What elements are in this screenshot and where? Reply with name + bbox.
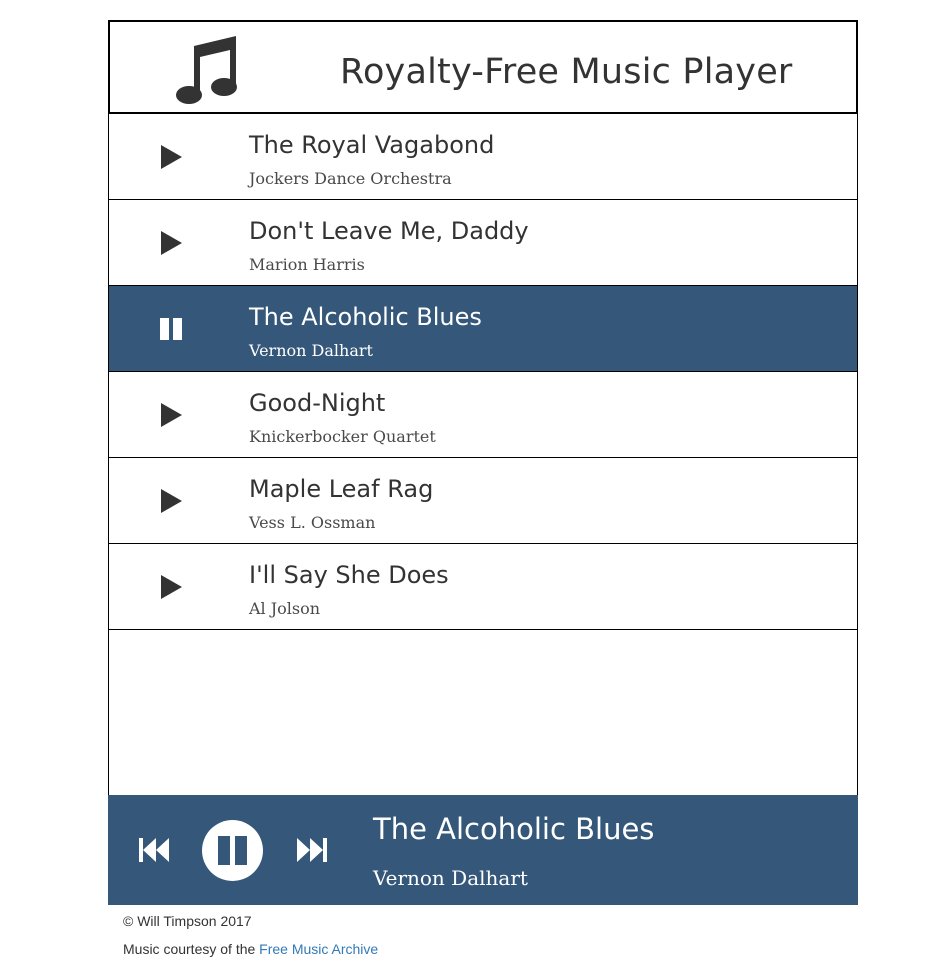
track-title: I'll Say She Does bbox=[249, 561, 449, 589]
track-artist: Vess L. Ossman bbox=[249, 513, 376, 532]
music-note-icon bbox=[176, 36, 237, 104]
track-item[interactable]: Maple Leaf Rag Vess L. Ossman bbox=[109, 458, 857, 544]
track-item[interactable]: The Royal Vagabond Jockers Dance Orchest… bbox=[109, 114, 857, 200]
track-title: Maple Leaf Rag bbox=[249, 475, 434, 503]
track-title: Don't Leave Me, Daddy bbox=[249, 217, 529, 245]
play-icon[interactable] bbox=[159, 144, 183, 170]
track-artist: Al Jolson bbox=[249, 599, 321, 618]
copyright-text: © Will Timpson 2017 bbox=[123, 913, 252, 929]
track-title: Good-Night bbox=[249, 389, 386, 417]
track-artist: Jockers Dance Orchestra bbox=[249, 169, 452, 188]
courtesy-text: Music courtesy of the bbox=[123, 941, 260, 957]
track-title: The Royal Vagabond bbox=[249, 131, 495, 159]
pause-icon[interactable] bbox=[159, 316, 183, 342]
courtesy-line: Music courtesy of the Free Music Archive bbox=[123, 940, 378, 968]
track-artist: Knickerbocker Quartet bbox=[249, 427, 436, 446]
play-icon[interactable] bbox=[159, 230, 183, 256]
play-icon[interactable] bbox=[159, 402, 183, 428]
now-playing-bar: The Alcoholic Blues Vernon Dalhart bbox=[108, 795, 858, 905]
track-item[interactable]: Don't Leave Me, Daddy Marion Harris bbox=[109, 200, 857, 286]
track-item-active[interactable]: The Alcoholic Blues Vernon Dalhart bbox=[109, 286, 857, 372]
now-playing-artist: Vernon Dalhart bbox=[373, 866, 528, 890]
track-list: The Royal Vagabond Jockers Dance Orchest… bbox=[108, 114, 858, 795]
track-artist: Marion Harris bbox=[249, 255, 365, 274]
play-icon[interactable] bbox=[159, 488, 183, 514]
track-title: The Alcoholic Blues bbox=[249, 303, 482, 331]
play-icon[interactable] bbox=[159, 574, 183, 600]
pause-icon bbox=[218, 836, 247, 865]
app-title: Royalty-Free Music Player bbox=[340, 52, 793, 92]
header: Royalty-Free Music Player bbox=[108, 20, 858, 114]
footer: © Will Timpson 2017 Music courtesy of th… bbox=[123, 912, 378, 968]
now-playing-title: The Alcoholic Blues bbox=[373, 812, 655, 846]
track-artist: Vernon Dalhart bbox=[249, 341, 373, 360]
track-item[interactable]: I'll Say She Does Al Jolson bbox=[109, 544, 857, 630]
free-music-archive-link[interactable]: Free Music Archive bbox=[259, 941, 378, 957]
previous-icon[interactable] bbox=[138, 836, 170, 864]
next-icon[interactable] bbox=[296, 836, 328, 864]
play-pause-button[interactable] bbox=[202, 820, 263, 881]
music-player: Royalty-Free Music Player The Royal Vaga… bbox=[108, 20, 858, 905]
track-item[interactable]: Good-Night Knickerbocker Quartet bbox=[109, 372, 857, 458]
